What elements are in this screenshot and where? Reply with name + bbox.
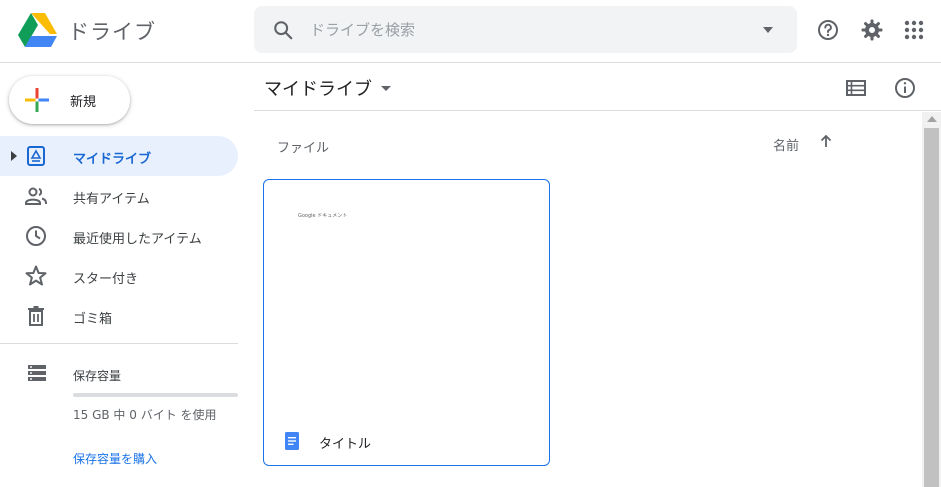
people-icon (25, 187, 47, 205)
star-icon (25, 265, 47, 286)
sidebar: 新規 マイドライブ 共有アイテム 最近使用したアイテム スター付き ゴミ箱 保存… (0, 63, 254, 487)
top-bar: ドライブ (0, 0, 941, 63)
gear-icon (861, 19, 883, 41)
help-button[interactable] (812, 14, 844, 46)
list-view-button[interactable] (842, 75, 870, 101)
sidebar-item-label: 最近使用したアイテム (73, 232, 202, 247)
scrollbar[interactable] (922, 112, 941, 487)
plus-icon (25, 88, 49, 112)
scroll-up-arrow-icon[interactable] (927, 116, 937, 122)
docs-icon (285, 432, 299, 450)
sidebar-item-my-drive[interactable]: マイドライブ (0, 136, 238, 176)
new-button-label: 新規 (70, 95, 97, 110)
search-icon[interactable] (272, 19, 294, 41)
sidebar-item-recent[interactable]: 最近使用したアイテム (0, 216, 238, 256)
apps-button[interactable] (898, 14, 930, 46)
storage-label: 保存容量 (73, 369, 122, 383)
new-button[interactable]: 新規 (9, 76, 130, 124)
storage-usage-bar (73, 393, 238, 397)
file-preview-text: Google ドキュメント (298, 213, 348, 219)
storage-usage-text: 15 GB 中 0 バイト を使用 (73, 408, 217, 422)
sidebar-item-trash[interactable]: ゴミ箱 (0, 296, 238, 336)
sidebar-item-label: 共有アイテム (73, 192, 150, 207)
arrow-up-icon[interactable] (818, 133, 834, 149)
list-view-icon (846, 80, 866, 96)
info-icon (895, 78, 915, 98)
drive-logo-icon[interactable] (18, 12, 58, 48)
sidebar-item-starred[interactable]: スター付き (0, 256, 238, 296)
breadcrumb: マイドライブ (254, 63, 941, 111)
chevron-down-icon[interactable] (380, 83, 392, 93)
trash-icon (28, 306, 44, 326)
files-section-label: ファイル (277, 141, 330, 156)
search-options-icon[interactable] (761, 23, 775, 37)
search-bar[interactable] (254, 6, 797, 53)
expand-arrow-icon[interactable] (10, 150, 18, 162)
help-icon (818, 20, 838, 40)
page-title[interactable]: マイドライブ (264, 75, 372, 101)
clock-icon (26, 226, 46, 246)
sort-by-name-button[interactable]: 名前 (773, 135, 799, 154)
sidebar-item-label: マイドライブ (73, 152, 152, 167)
sidebar-item-label: ゴミ箱 (73, 312, 113, 327)
apps-grid-icon (904, 20, 924, 40)
file-name: タイトル (319, 437, 372, 452)
details-button[interactable] (891, 75, 919, 101)
search-input[interactable] (310, 16, 750, 43)
settings-button[interactable] (856, 14, 888, 46)
sidebar-divider (0, 343, 238, 344)
file-card[interactable]: Google ドキュメント タイトル (263, 179, 550, 466)
storage-icon (28, 365, 46, 381)
app-title[interactable]: ドライブ (68, 16, 156, 46)
main-content: マイドライブ ファイル 名前 Google ドキュメント タイトル (254, 63, 941, 487)
scrollbar-thumb[interactable] (924, 128, 939, 487)
sidebar-item-label: スター付き (73, 272, 139, 287)
buy-storage-link[interactable]: 保存容量を購入 (73, 450, 157, 467)
sidebar-item-shared[interactable]: 共有アイテム (0, 176, 238, 216)
my-drive-icon (27, 146, 45, 166)
